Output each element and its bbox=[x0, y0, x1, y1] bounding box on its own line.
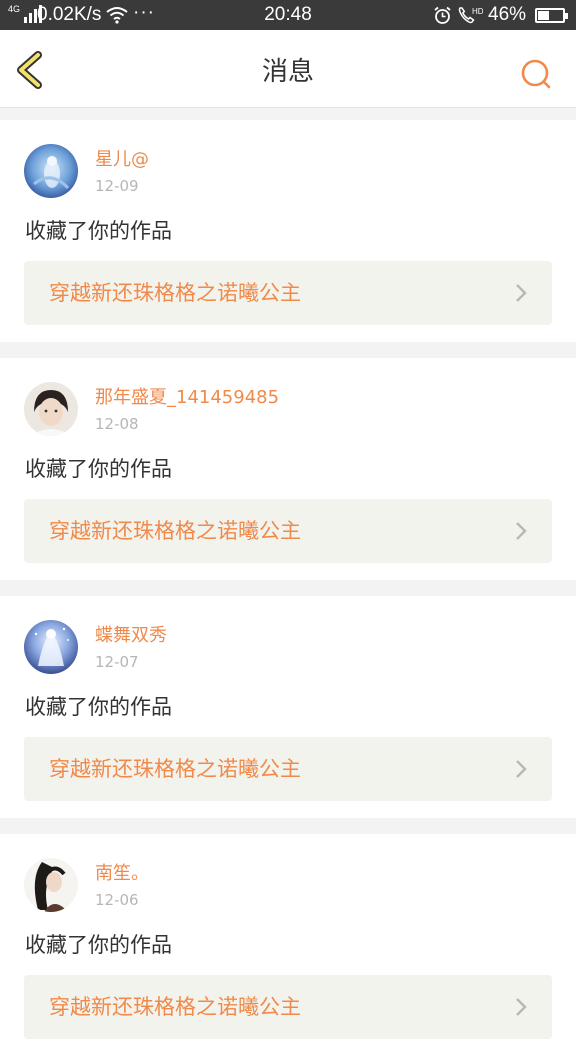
work-title: 穿越新还珠格格之诺曦公主 bbox=[49, 757, 301, 781]
message-card[interactable]: 星儿@ 12-09 收藏了你的作品 穿越新还珠格格之诺曦公主 bbox=[0, 120, 576, 342]
message-list: 星儿@ 12-09 收藏了你的作品 穿越新还珠格格之诺曦公主 那年盛夏_1414… bbox=[0, 108, 576, 1056]
message-card[interactable]: 蝶舞双秀 12-07 收藏了你的作品 穿越新还珠格格之诺曦公主 bbox=[0, 596, 576, 818]
chevron-right-icon bbox=[516, 998, 527, 1016]
header: 消息 bbox=[0, 30, 576, 108]
svg-text:HD: HD bbox=[472, 7, 483, 16]
search-icon[interactable] bbox=[518, 56, 554, 92]
user-name[interactable]: 南笙。 bbox=[95, 863, 149, 885]
status-bar: 4G 0.02K/s ··· 20:48 HD 46% bbox=[0, 0, 576, 30]
user-name[interactable]: 那年盛夏_141459485 bbox=[95, 387, 279, 409]
chevron-right-icon bbox=[516, 522, 527, 540]
avatar[interactable] bbox=[24, 620, 78, 674]
work-link[interactable]: 穿越新还珠格格之诺曦公主 bbox=[24, 499, 552, 563]
avatar[interactable] bbox=[24, 144, 78, 198]
page-title: 消息 bbox=[261, 57, 314, 87]
work-link[interactable]: 穿越新还珠格格之诺曦公主 bbox=[24, 737, 552, 801]
work-link[interactable]: 穿越新还珠格格之诺曦公主 bbox=[24, 261, 552, 325]
message-date: 12-09 bbox=[95, 177, 139, 195]
message-date: 12-08 bbox=[95, 415, 139, 433]
message-date: 12-06 bbox=[95, 891, 139, 909]
battery-icon bbox=[535, 8, 568, 23]
message-action: 收藏了你的作品 bbox=[25, 219, 172, 243]
message-card[interactable]: 南笙。 12-06 收藏了你的作品 穿越新还珠格格之诺曦公主 bbox=[0, 834, 576, 1056]
message-card[interactable]: 那年盛夏_141459485 12-08 收藏了你的作品 穿越新还珠格格之诺曦公… bbox=[0, 358, 576, 580]
hd-call-icon: HD bbox=[457, 5, 484, 31]
chevron-right-icon bbox=[516, 284, 527, 302]
message-date: 12-07 bbox=[95, 653, 139, 671]
work-title: 穿越新还珠格格之诺曦公主 bbox=[49, 519, 301, 543]
message-action: 收藏了你的作品 bbox=[25, 695, 172, 719]
user-name[interactable]: 星儿@ bbox=[95, 149, 149, 171]
avatar[interactable] bbox=[24, 858, 78, 912]
message-action: 收藏了你的作品 bbox=[25, 457, 172, 481]
chevron-right-icon bbox=[516, 760, 527, 778]
work-link[interactable]: 穿越新还珠格格之诺曦公主 bbox=[24, 975, 552, 1039]
avatar[interactable] bbox=[24, 382, 78, 436]
work-title: 穿越新还珠格格之诺曦公主 bbox=[49, 995, 301, 1019]
work-title: 穿越新还珠格格之诺曦公主 bbox=[49, 281, 301, 305]
battery-percent: 46% bbox=[488, 4, 527, 25]
user-name[interactable]: 蝶舞双秀 bbox=[95, 625, 167, 647]
message-action: 收藏了你的作品 bbox=[25, 933, 172, 957]
alarm-icon bbox=[433, 6, 452, 31]
